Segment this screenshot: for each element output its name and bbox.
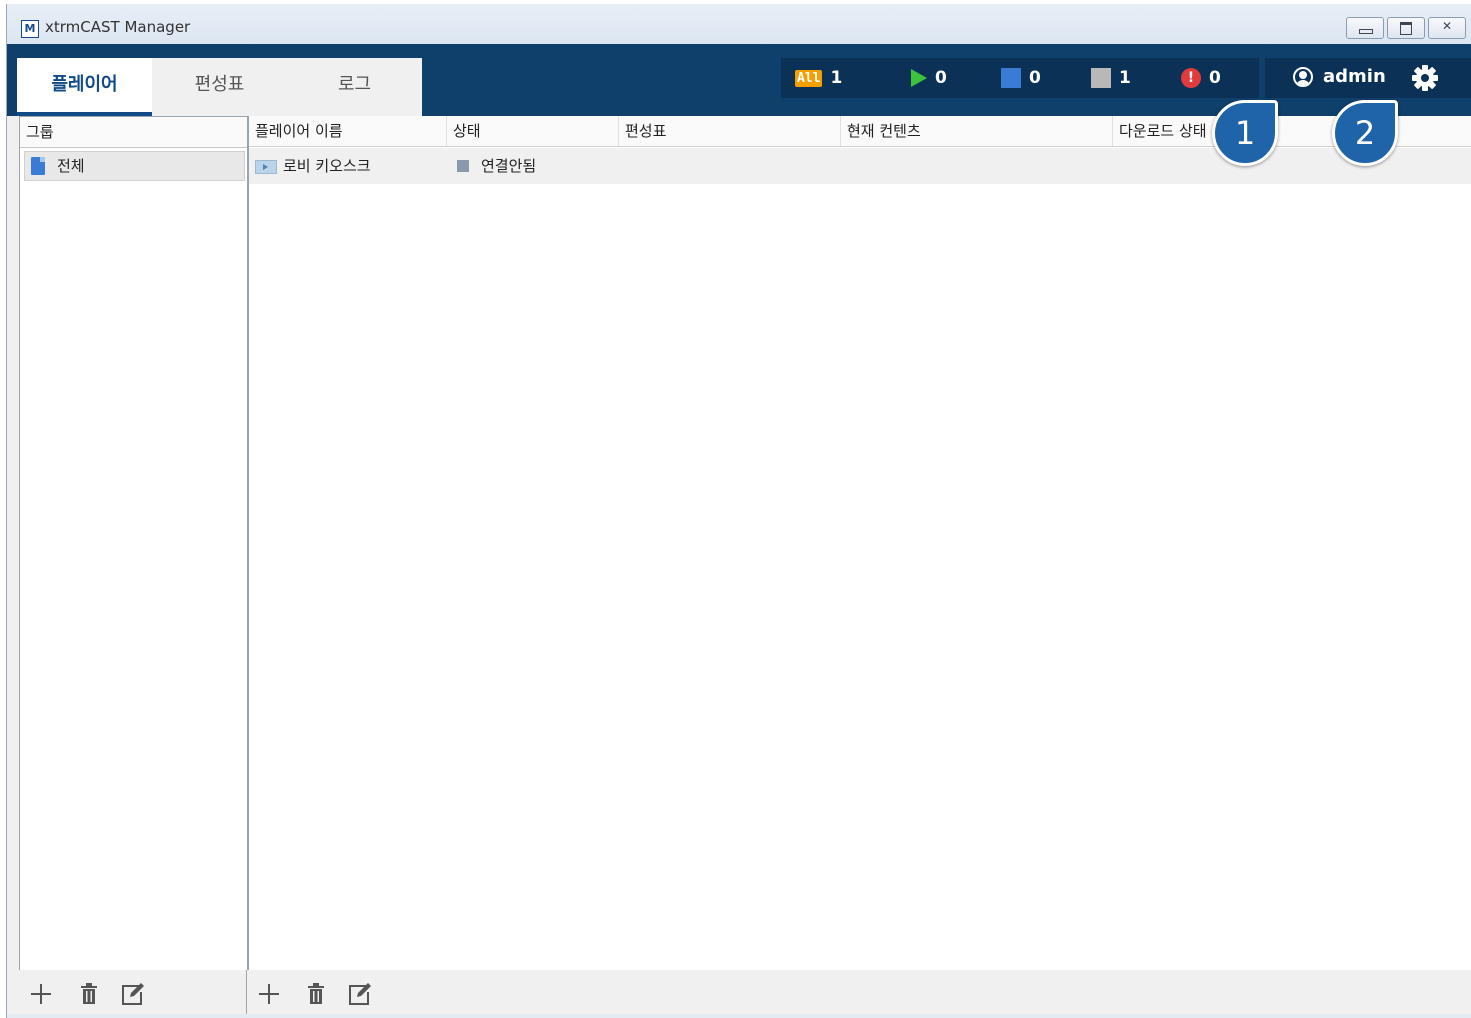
app-logo-icon: M [21,20,39,38]
minimize-icon [1359,29,1373,34]
user-torso [1296,80,1310,85]
player-toolbar [247,970,1471,1018]
status-blue[interactable]: 0 [1001,68,1077,88]
delete-icon[interactable] [75,980,103,1008]
column-player-name[interactable]: 플레이어 이름 [249,116,447,146]
callout-1: 1 [1212,100,1278,166]
gray-count: 1 [1119,68,1131,88]
gray-square-icon [1091,68,1111,88]
edit-icon[interactable] [119,980,147,1008]
user-box: admin [1265,58,1471,98]
tab-log[interactable]: 로그 [287,58,422,116]
group-pane: 그룹 전체 [19,116,248,972]
status-summary: All 1 0 0 1 ! 0 [781,58,1259,98]
column-current-content[interactable]: 현재 컨텐츠 [841,116,1113,146]
tab-player[interactable]: 플레이어 [17,58,152,116]
column-schedule[interactable]: 편성표 [619,116,841,146]
callout-2: 2 [1332,100,1398,166]
user-head [1299,71,1307,79]
player-name-cell: 로비 키오스크 [283,157,371,175]
delete-icon[interactable] [302,980,330,1008]
edit-icon[interactable] [346,980,374,1008]
play-icon [911,69,927,87]
column-status[interactable]: 상태 [447,116,619,146]
player-pane: 플레이어 이름 상태 편성표 현재 컨텐츠 다운로드 상태 로비 키오스크 연결… [248,116,1471,970]
group-header: 그룹 [20,117,247,148]
title-bar: M xtrmCAST Manager ✕ [7,4,1471,44]
status-square-icon [457,160,469,172]
maximize-button[interactable] [1387,17,1425,39]
all-count: 1 [830,68,843,88]
group-item-all[interactable]: 전체 [24,151,245,181]
window-controls: ✕ [1346,17,1466,39]
gear-icon[interactable] [1411,64,1439,92]
error-count: 0 [1209,68,1221,88]
tab-schedule[interactable]: 편성표 [152,58,287,116]
status-disconnected[interactable]: 1 [1091,68,1167,88]
minimize-button[interactable] [1346,17,1384,39]
group-item-label: 전체 [57,157,85,175]
status-playing[interactable]: 0 [911,68,987,88]
add-icon[interactable] [27,980,55,1008]
status-error[interactable]: ! 0 [1181,68,1257,88]
close-icon: ✕ [1441,19,1453,33]
all-badge-icon: All [795,69,823,87]
error-icon: ! [1181,68,1201,88]
close-button[interactable]: ✕ [1428,17,1466,39]
add-icon[interactable] [255,980,283,1008]
maximize-icon [1400,22,1412,35]
column-download-status[interactable]: 다운로드 상태 [1113,116,1471,146]
user-circle-icon[interactable] [1293,67,1313,87]
blue-square-icon [1001,68,1021,88]
table-row[interactable]: 로비 키오스크 연결안됨 [249,148,1471,184]
callout-1-label: 1 [1234,114,1256,152]
main-tabs: 플레이어 편성표 로그 [17,58,422,116]
blue-count: 0 [1029,68,1041,88]
group-toolbar [19,970,246,1018]
group-header-label: 그룹 [26,123,54,141]
player-table-header: 플레이어 이름 상태 편성표 현재 컨텐츠 다운로드 상태 [249,116,1471,147]
player-status-cell: 연결안됨 [481,157,537,175]
playing-count: 0 [935,68,947,88]
user-name[interactable]: admin [1323,66,1386,87]
document-icon [31,157,45,175]
bottom-strip [7,1014,1471,1018]
status-all[interactable]: All 1 [795,68,871,88]
window-title: xtrmCAST Manager [45,18,191,36]
player-icon [255,160,277,174]
callout-2-label: 2 [1354,114,1376,152]
